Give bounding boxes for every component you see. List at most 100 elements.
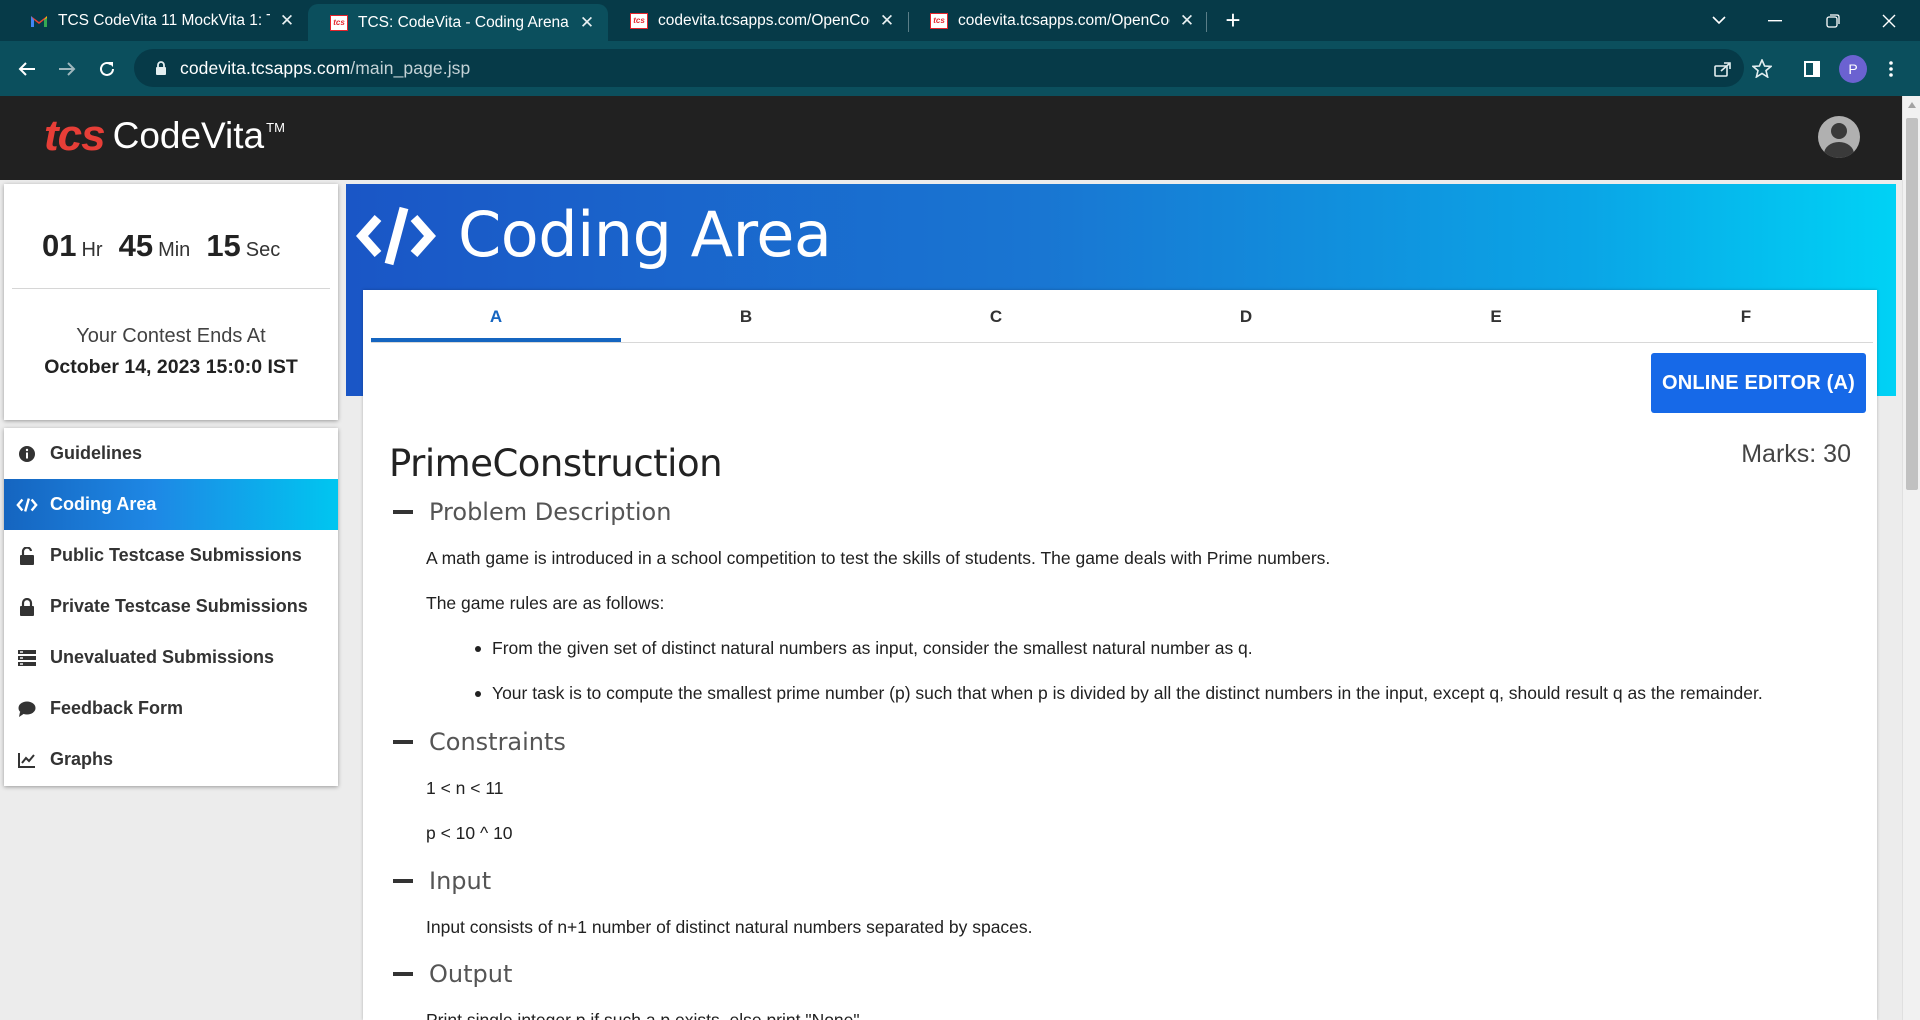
collapse-icon	[393, 510, 413, 514]
browser-tabstrip: TCS CodeVita 11 MockVita 1: Tim ✕ tcs TC…	[0, 0, 1920, 41]
sidebar-item-label: Public Testcase Submissions	[50, 545, 302, 565]
new-tab-icon[interactable]: +	[1210, 0, 1256, 41]
logo-text: CodeVita	[112, 115, 265, 156]
code-icon	[16, 494, 38, 516]
problem-title: PrimeConstruction	[389, 442, 723, 485]
tab-problem-d[interactable]: D	[1121, 290, 1371, 344]
page-scrollbar[interactable]	[1902, 96, 1920, 1020]
chart-icon	[16, 749, 38, 771]
browser-tab[interactable]: tcs codevita.tcsapps.com/OpenCode ✕	[608, 0, 908, 41]
unlock-icon	[16, 545, 38, 567]
tcs-logo-mark: tcs	[44, 111, 106, 160]
share-icon[interactable]	[1705, 41, 1741, 96]
side-panel-icon[interactable]	[1794, 41, 1830, 96]
minimize-icon[interactable]	[1752, 0, 1798, 41]
sidebar-item-label: Guidelines	[50, 443, 143, 463]
tab-problem-f[interactable]: F	[1621, 290, 1871, 344]
browser-menu-icon[interactable]	[1876, 41, 1906, 96]
description-paragraph: A math game is introduced in a school co…	[426, 548, 1331, 568]
sidebar-item-public-submissions[interactable]: Public Testcase Submissions	[4, 530, 338, 581]
bookmark-star-icon[interactable]	[1744, 41, 1780, 96]
gmail-icon	[30, 12, 48, 30]
timer-hours-unit: Hr	[81, 239, 103, 261]
tab-search-icon[interactable]	[1696, 0, 1742, 41]
list-icon	[16, 647, 38, 669]
section-toggle-problem-description[interactable]: Problem Description	[393, 498, 671, 526]
tcs-icon: tcs	[630, 12, 648, 30]
close-window-icon[interactable]	[1866, 0, 1912, 41]
tab-problem-e[interactable]: E	[1371, 290, 1621, 344]
timer-seconds-unit: Sec	[245, 239, 281, 261]
active-tab-indicator	[371, 338, 621, 342]
tcs-icon: tcs	[330, 14, 348, 32]
constraint-line: p < 10 ^ 10	[426, 823, 513, 843]
browser-tab[interactable]: tcs codevita.tcsapps.com/OpenCode ✕	[908, 0, 1208, 41]
tab-problem-a[interactable]: A	[371, 290, 621, 344]
section-toggle-input[interactable]: Input	[393, 867, 491, 895]
back-icon[interactable]	[9, 41, 45, 96]
profile-avatar[interactable]: P	[1839, 55, 1867, 83]
problem-card: A B C D E F ONLINE EDITOR (A) PrimeConst…	[363, 290, 1877, 1020]
sidebar-item-label: Unevaluated Submissions	[50, 647, 275, 667]
avatar-head	[1831, 123, 1847, 139]
trademark-mark: TM	[266, 120, 285, 135]
timer-hours: 01	[42, 228, 77, 263]
info-icon	[16, 443, 38, 465]
browser-tab-active[interactable]: tcs TCS: CodeVita - Coding Arena ✕	[308, 4, 608, 41]
browser-toolbar: codevita.tcsapps.com/main_page.jsp P	[0, 41, 1920, 96]
browser-tab-title: TCS: CodeVita - Coding Arena	[358, 13, 569, 31]
sidebar-menu: Guidelines Coding Area Public Testcase S…	[4, 428, 338, 786]
scroll-up-arrow-icon[interactable]	[1908, 102, 1916, 108]
address-bar[interactable]: codevita.tcsapps.com/main_page.jsp	[134, 49, 1744, 87]
sidebar-item-guidelines[interactable]: Guidelines	[4, 428, 338, 479]
bullet-text: Your task is to compute the smallest pri…	[492, 683, 1763, 703]
tcs-icon: tcs	[930, 12, 948, 30]
forward-icon[interactable]	[49, 41, 85, 96]
sidebar-item-unevaluated-submissions[interactable]: Unevaluated Submissions	[4, 632, 338, 683]
section-heading: Input	[429, 867, 492, 895]
tab-problem-c[interactable]: C	[871, 290, 1121, 344]
site-header: tcs CodeVita TM	[0, 96, 1902, 180]
close-tab-icon[interactable]: ✕	[876, 10, 898, 32]
url-path: /main_page.jsp	[350, 57, 471, 78]
section-heading: Problem Description	[429, 498, 672, 526]
sidebar-item-private-submissions[interactable]: Private Testcase Submissions	[4, 581, 338, 632]
collapse-icon	[393, 740, 413, 744]
problem-marks: Marks: 30	[1741, 440, 1851, 468]
scrollbar-thumb[interactable]	[1906, 118, 1918, 490]
codevita-logo[interactable]: tcs CodeVita TM	[44, 114, 285, 158]
sidebar-item-coding-area[interactable]: Coding Area	[4, 479, 338, 530]
close-tab-icon[interactable]: ✕	[276, 10, 298, 32]
user-account-icon[interactable]	[1818, 116, 1860, 158]
problem-tabs: A B C D E F	[363, 290, 1877, 344]
section-toggle-constraints[interactable]: Constraints	[393, 728, 566, 756]
online-editor-button[interactable]: ONLINE EDITOR (A)	[1651, 353, 1866, 413]
sidebar-item-label: Graphs	[50, 749, 114, 769]
timer-minutes: 45	[118, 228, 154, 263]
lock-icon[interactable]	[150, 60, 172, 76]
collapse-icon	[393, 972, 413, 976]
sidebar-item-feedback-form[interactable]: Feedback Form	[4, 683, 338, 734]
close-tab-icon[interactable]: ✕	[576, 12, 598, 34]
sidebar-item-label: Feedback Form	[50, 698, 184, 718]
section-toggle-output[interactable]: Output	[393, 960, 512, 988]
section-heading: Output	[429, 960, 513, 988]
input-description: Input consists of n+1 number of distinct…	[426, 917, 1033, 937]
description-paragraph: The game rules are as follows:	[426, 593, 665, 613]
contest-ends-label: Your Contest Ends At	[76, 325, 266, 347]
countdown-timer: 01 Hr 45 Min 15 Sec	[42, 228, 296, 264]
restore-icon[interactable]	[1810, 0, 1856, 41]
sidebar-item-graphs[interactable]: Graphs	[4, 734, 338, 785]
bullet-dot	[475, 690, 481, 697]
constraint-line: 1 < n < 11	[426, 778, 504, 798]
tab-problem-b[interactable]: B	[621, 290, 871, 344]
bullet-text: From the given set of distinct natural n…	[492, 638, 1253, 658]
tabs-divider	[371, 342, 1873, 343]
lock-icon	[16, 596, 38, 618]
description-bullet: From the given set of distinct natural n…	[475, 638, 1253, 659]
browser-tab[interactable]: TCS CodeVita 11 MockVita 1: Tim ✕	[8, 0, 308, 41]
avatar-body	[1824, 142, 1854, 158]
reload-icon[interactable]	[89, 41, 125, 96]
browser-tab-title: codevita.tcsapps.com/OpenCode	[958, 11, 1170, 29]
close-tab-icon[interactable]: ✕	[1176, 10, 1198, 32]
